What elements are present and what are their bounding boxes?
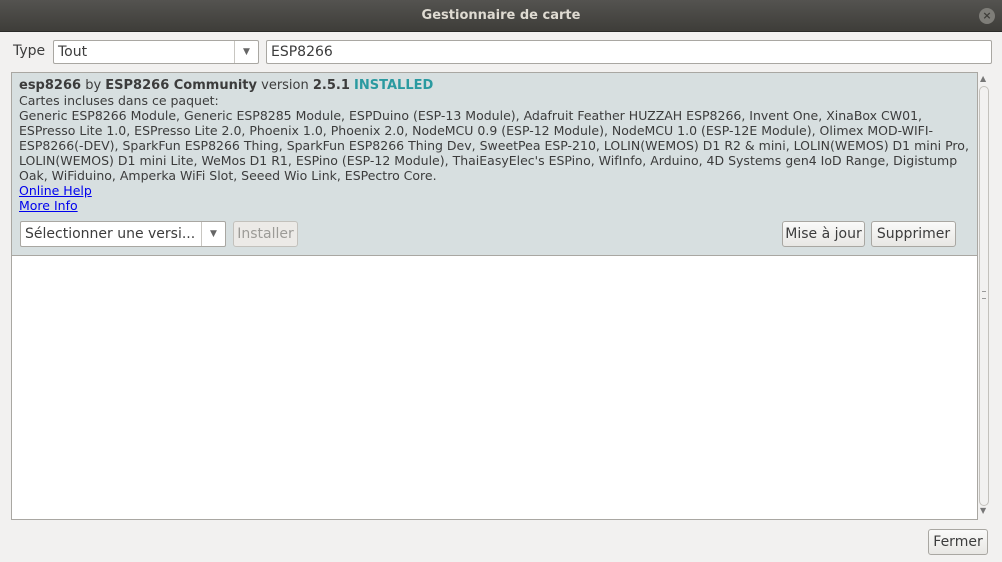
package-name: esp8266 bbox=[19, 78, 82, 93]
package-header: esp8266 by ESP8266 Community version 2.5… bbox=[19, 78, 433, 93]
grip-icon bbox=[982, 291, 986, 299]
included-boards-list: Generic ESP8266 Module, Generic ESP8285 … bbox=[19, 108, 969, 183]
package-author: ESP8266 Community bbox=[105, 78, 257, 93]
close-window-button[interactable]: × bbox=[979, 8, 995, 24]
included-boards-label: Cartes incluses dans ce paquet: bbox=[19, 93, 219, 108]
online-help-link[interactable]: Online Help bbox=[19, 183, 92, 198]
type-label: Type bbox=[13, 43, 46, 59]
package-list: esp8266 by ESP8266 Community version 2.5… bbox=[11, 72, 978, 520]
install-button[interactable]: Installer bbox=[233, 221, 298, 247]
update-button[interactable]: Mise à jour bbox=[782, 221, 865, 247]
vertical-scrollbar[interactable]: ▲ ▼ bbox=[978, 72, 990, 520]
remove-button[interactable]: Supprimer bbox=[871, 221, 956, 247]
chevron-down-icon: ▼ bbox=[201, 222, 225, 246]
scroll-up-icon[interactable]: ▲ bbox=[980, 74, 986, 83]
installed-badge: INSTALLED bbox=[354, 78, 434, 93]
window-title: Gestionnaire de carte bbox=[421, 8, 581, 23]
title-bar: Gestionnaire de carte × bbox=[0, 0, 1002, 32]
package-version: 2.5.1 bbox=[312, 78, 350, 93]
version-dropdown[interactable]: Sélectionner une versi... ▼ bbox=[20, 221, 226, 247]
package-version-word: version bbox=[261, 78, 309, 93]
type-dropdown-value: Tout bbox=[58, 44, 88, 60]
more-info-link[interactable]: More Info bbox=[19, 198, 78, 213]
version-dropdown-value: Sélectionner une versi... bbox=[25, 226, 196, 242]
scrollbar-thumb[interactable] bbox=[979, 86, 989, 506]
package-row-esp8266[interactable]: esp8266 by ESP8266 Community version 2.5… bbox=[12, 73, 977, 256]
search-input[interactable] bbox=[266, 40, 992, 64]
chevron-down-icon: ▼ bbox=[234, 41, 258, 63]
scroll-down-icon[interactable]: ▼ bbox=[980, 506, 986, 515]
package-by: by bbox=[85, 78, 102, 93]
type-dropdown[interactable]: Tout ▼ bbox=[53, 40, 259, 64]
close-button[interactable]: Fermer bbox=[928, 529, 988, 555]
